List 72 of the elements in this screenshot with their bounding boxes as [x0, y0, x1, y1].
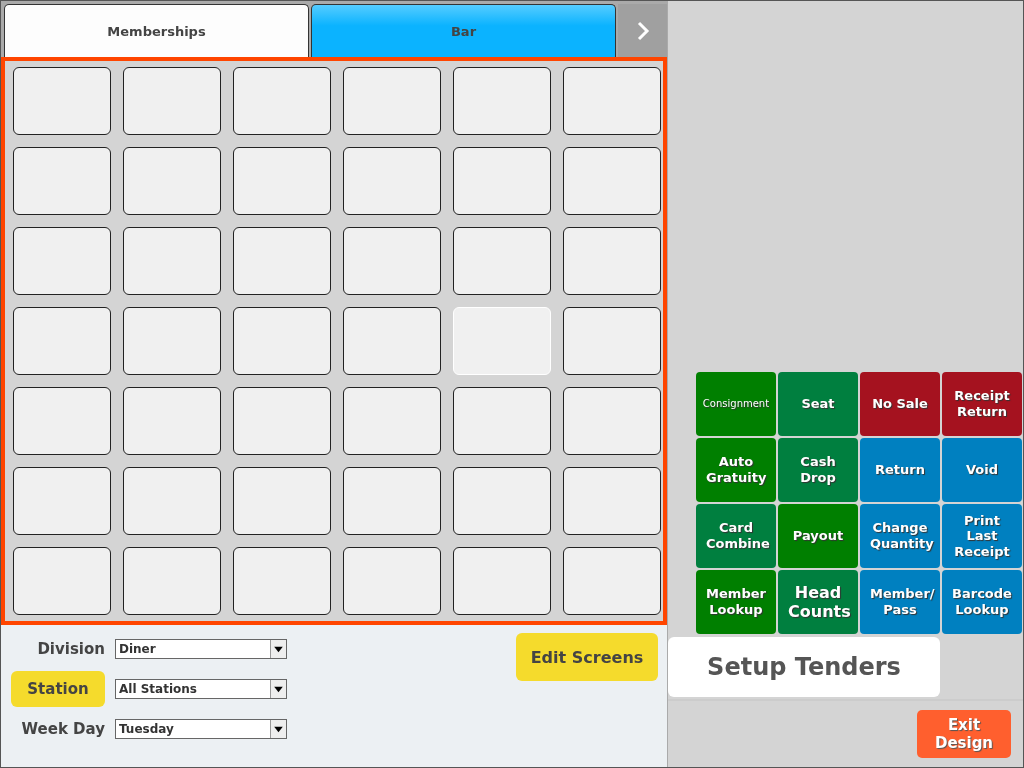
empty-slot-button[interactable] [13, 547, 111, 615]
empty-slot-button[interactable] [343, 227, 441, 295]
empty-slot-button[interactable] [453, 547, 551, 615]
empty-slot-button[interactable] [233, 147, 331, 215]
empty-slot-button[interactable] [123, 387, 221, 455]
empty-slot-button[interactable] [453, 147, 551, 215]
empty-slot-button[interactable] [13, 387, 111, 455]
exit-design-button[interactable]: Exit Design [917, 710, 1011, 758]
tab[interactable]: Bar [311, 4, 616, 57]
empty-slot-button[interactable] [563, 227, 661, 295]
tender-button[interactable]: Void [942, 438, 1022, 502]
empty-slot-button[interactable] [123, 467, 221, 535]
setup-tenders-button[interactable]: Setup Tenders [668, 637, 940, 697]
empty-slot-button[interactable] [453, 467, 551, 535]
empty-slot-button[interactable] [123, 307, 221, 375]
dropdown-field[interactable]: Tuesday [115, 719, 287, 739]
empty-slot-button[interactable] [123, 67, 221, 135]
chevron-right-icon [635, 19, 650, 42]
empty-slot-button[interactable] [123, 227, 221, 295]
filter-label-button[interactable]: Station [11, 671, 105, 707]
empty-slot-button[interactable] [233, 307, 331, 375]
edit-screens-button[interactable]: Edit Screens [516, 633, 658, 681]
empty-slot-button[interactable] [453, 227, 551, 295]
empty-slot-button[interactable] [233, 547, 331, 615]
tender-button[interactable]: Auto Gratuity [696, 438, 776, 502]
tender-button[interactable]: Print Last Receipt [942, 504, 1022, 568]
dropdown-field[interactable]: All Stations [115, 679, 287, 699]
tender-button[interactable]: Barcode Lookup [942, 570, 1022, 634]
dropdown-field[interactable]: Diner [115, 639, 287, 659]
empty-slot-button[interactable] [563, 67, 661, 135]
caret-icon [270, 720, 286, 738]
tender-button[interactable]: Change Quantity [860, 504, 940, 568]
tender-button[interactable]: Return [860, 438, 940, 502]
empty-slot-button[interactable] [233, 227, 331, 295]
empty-slot-button[interactable] [233, 467, 331, 535]
tender-button[interactable]: Consignment [696, 372, 776, 436]
empty-slot-button[interactable] [343, 387, 441, 455]
tender-button[interactable]: Head Counts [778, 570, 858, 634]
empty-slot-button[interactable] [13, 67, 111, 135]
empty-slot-button[interactable] [563, 307, 661, 375]
tender-button[interactable]: Card Combine [696, 504, 776, 568]
empty-slot-button[interactable] [563, 467, 661, 535]
tender-button[interactable]: No Sale [860, 372, 940, 436]
tender-button[interactable]: Receipt Return [942, 372, 1022, 436]
empty-slot-button[interactable] [563, 387, 661, 455]
tender-button[interactable]: Cash Drop [778, 438, 858, 502]
empty-slot-button[interactable] [343, 67, 441, 135]
empty-slot-button[interactable] [13, 147, 111, 215]
empty-slot-button[interactable] [13, 467, 111, 535]
empty-slot-button[interactable] [563, 547, 661, 615]
empty-slot-button[interactable] [343, 147, 441, 215]
empty-slot-button[interactable] [123, 147, 221, 215]
empty-slot-button[interactable] [453, 67, 551, 135]
empty-slot-button[interactable] [13, 227, 111, 295]
caret-icon [270, 680, 286, 698]
empty-slot-button[interactable] [233, 387, 331, 455]
filter-label: Division [36, 640, 105, 658]
empty-slot-button[interactable] [233, 67, 331, 135]
empty-slot-button[interactable] [13, 307, 111, 375]
empty-slot-button[interactable] [343, 307, 441, 375]
tender-button[interactable]: Seat [778, 372, 858, 436]
empty-slot-button[interactable] [343, 467, 441, 535]
filter-label: Week Day [20, 720, 105, 738]
caret-icon [270, 640, 286, 658]
empty-slot-button[interactable] [343, 547, 441, 615]
empty-slot-button[interactable] [123, 547, 221, 615]
empty-slot-button[interactable] [563, 147, 661, 215]
tender-button[interactable]: Payout [778, 504, 858, 568]
tender-button[interactable]: Member Lookup [696, 570, 776, 634]
tender-button[interactable]: Member/ Pass [860, 570, 940, 634]
empty-slot-button[interactable] [453, 387, 551, 455]
tab[interactable]: Memberships [4, 4, 309, 57]
